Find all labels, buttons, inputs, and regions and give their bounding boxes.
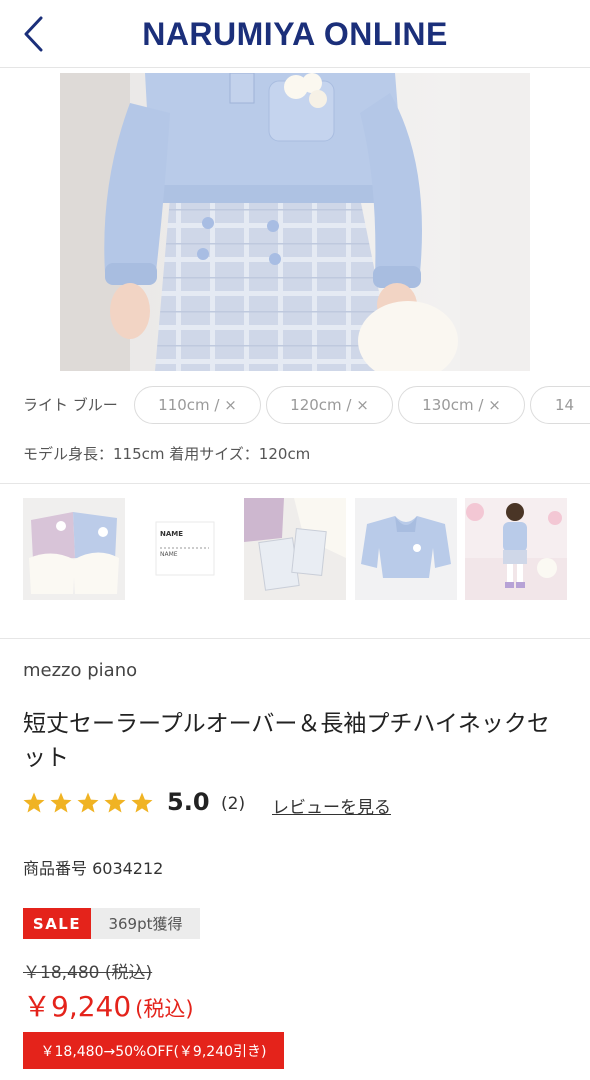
thumbnail-1[interactable]: [23, 498, 125, 600]
divider: [0, 483, 590, 484]
thumbnail-2[interactable]: NAME NAME: [133, 498, 235, 600]
star-icon: [23, 792, 45, 813]
site-logo[interactable]: NARUMIYA ONLINE: [0, 16, 590, 53]
size-option-120[interactable]: 120cm / ×: [266, 386, 393, 424]
size-option-130[interactable]: 130cm / ×: [398, 386, 525, 424]
review-count: (2): [221, 794, 246, 814]
star-icon: [77, 792, 99, 813]
app-header: NARUMIYA ONLINE: [0, 0, 590, 68]
brand-name[interactable]: mezzo piano: [23, 660, 137, 681]
model-size-info: モデル身長：115cm 着用サイズ：120cm: [23, 445, 311, 463]
star-icon: [50, 792, 72, 813]
view-reviews-link[interactable]: レビューを見る: [272, 793, 391, 818]
points-badge: 369pt獲得: [91, 908, 200, 939]
sale-price-amount: ￥9,240: [23, 990, 132, 1023]
thumbnail-5[interactable]: [465, 498, 567, 600]
thumbnail-4[interactable]: [355, 498, 457, 600]
star-icon: [104, 792, 126, 813]
sale-price: ￥9,240 (税込): [23, 985, 194, 1025]
sale-badge: SALE: [23, 908, 91, 939]
rating-score: 5.0: [167, 788, 210, 816]
divider: [0, 638, 590, 639]
original-price: ￥18,480 (税込): [23, 963, 153, 983]
discount-banner: ￥18,480→50%OFF(￥9,240引き): [23, 1032, 284, 1069]
rating-stars: [22, 791, 154, 815]
sale-price-tax: (税込): [135, 997, 194, 1021]
star-icon: [131, 792, 153, 813]
product-main-image[interactable]: [60, 73, 530, 371]
product-title: 短丈セーラープルオーバー＆長袖プチハイネックセット: [23, 711, 550, 771]
variant-selector: ライト ブルー 110cm / × 120cm / × 130cm / × 14: [0, 384, 590, 426]
size-option-110[interactable]: 110cm / ×: [134, 386, 261, 424]
size-option-140[interactable]: 14: [530, 386, 590, 424]
svg-text:NAME: NAME: [160, 551, 178, 558]
name-tag-label: NAME: [160, 530, 183, 538]
item-number: 商品番号 6034212: [23, 859, 164, 878]
color-label: ライト ブルー: [23, 396, 118, 414]
thumbnail-3[interactable]: [244, 498, 346, 600]
